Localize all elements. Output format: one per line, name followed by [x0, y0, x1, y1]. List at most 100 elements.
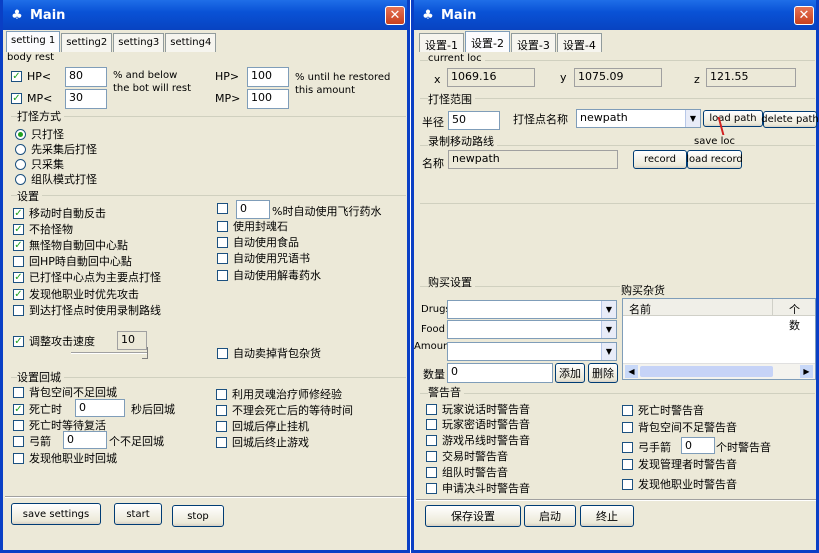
auto-sell-checkbox[interactable]: 自动卖掉背包杂货	[217, 345, 321, 361]
buy-list[interactable]: 名前 个数 ◀ ▶	[622, 298, 816, 380]
alarm-left-4[interactable]: 交易时警告音	[426, 448, 508, 464]
stop-button[interactable]: stop	[172, 505, 224, 527]
radio-gather-then-fight[interactable]: 先采集后打怪	[15, 141, 97, 157]
close-icon: ✕	[798, 8, 810, 23]
tab-settings-1[interactable]: 设置-1	[419, 33, 464, 52]
chevron-down-icon[interactable]: ▼	[601, 343, 616, 360]
save-settings-button[interactable]: 保存设置	[425, 505, 521, 527]
checkbox-icon	[217, 203, 228, 214]
alarm-right-3[interactable]: 发现管理者时警告音	[622, 456, 737, 472]
tab-setting4[interactable]: setting4	[165, 33, 217, 52]
settings-right-3[interactable]: 自动使用咒语书	[217, 250, 310, 266]
scroll-right-icon[interactable]: ▶	[800, 365, 813, 378]
radio-team-fight[interactable]: 组队模式打怪	[15, 171, 97, 187]
food-dropdown[interactable]: ▼	[447, 320, 617, 339]
settings-check-7[interactable]: 到达打怪点时使用录制路线	[13, 302, 161, 318]
right-window: ♣ Main ✕ 设置-1 设置-2 设置-3 设置-4 current loc…	[411, 0, 819, 553]
load-record-button[interactable]: load record	[686, 150, 743, 169]
mp-checkbox[interactable]: ✓ MP<	[11, 92, 52, 105]
alarm-right-4[interactable]: 发现他职业时警告音	[622, 476, 737, 492]
hp-note1: % and below	[113, 70, 178, 81]
settings-check-3[interactable]: ✓ 無怪物自動回中心點	[13, 237, 128, 253]
tab-settings-4[interactable]: 设置-4	[556, 33, 602, 52]
settings-check-6[interactable]: ✓ 发现他职业时优先攻击	[13, 286, 139, 302]
return-right-1[interactable]: 利用灵魂治疗师修经验	[216, 386, 342, 402]
alarm-right-2[interactable]: 背包空间不足警告音	[622, 419, 737, 435]
mp-min-input[interactable]: 30	[65, 89, 107, 109]
qty-input[interactable]: 0	[447, 363, 553, 383]
settings-right-4[interactable]: 自动使用解毒药水	[217, 267, 321, 283]
return-arrow-checkbox[interactable]: 弓箭	[13, 433, 51, 449]
alarm-left-2[interactable]: 玩家密语时警告音	[426, 416, 530, 432]
radius-label: 半径	[422, 116, 444, 129]
horizontal-scrollbar[interactable]: ◀ ▶	[623, 363, 815, 379]
scroll-left-icon[interactable]: ◀	[625, 365, 638, 378]
return-other-class[interactable]: 发现他职业时回城	[13, 450, 117, 466]
alarm-left-5[interactable]: 组队时警告音	[426, 464, 508, 480]
tab-setting1[interactable]: setting 1	[6, 31, 61, 52]
chevron-down-icon[interactable]: ▼	[601, 321, 616, 338]
settings-right-1[interactable]: 使用封魂石	[217, 218, 288, 234]
delete-path-button[interactable]: delete path	[761, 111, 819, 128]
fly-potion-input[interactable]: 0	[236, 200, 270, 219]
attack-speed-slider[interactable]	[71, 352, 147, 354]
col-header-name[interactable]: 名前	[623, 299, 773, 316]
radio-gather-only[interactable]: 只采集	[15, 156, 64, 172]
hp-min-input[interactable]: 80	[65, 67, 107, 87]
drugs-dropdown[interactable]: ▼	[447, 300, 617, 319]
tab-settings-3[interactable]: 设置-3	[510, 33, 556, 52]
return-right-3[interactable]: 回城后停止挂机	[216, 418, 309, 434]
tab-setting2[interactable]: setting2	[61, 33, 113, 52]
return-right-2[interactable]: 不理会死亡后的等待时间	[216, 402, 353, 418]
point-name-dropdown[interactable]: newpath ▼	[576, 109, 701, 128]
tab-setting3[interactable]: setting3	[113, 33, 165, 52]
alarm-left-3[interactable]: 游戏吊线时警告音	[426, 432, 530, 448]
checkbox-icon	[622, 458, 633, 470]
fly-potion-checkbox[interactable]	[217, 203, 233, 214]
return-arrow-input[interactable]: 0	[63, 431, 107, 449]
start-button[interactable]: 启动	[524, 505, 576, 527]
alarm-left-6[interactable]: 申请决斗时警告音	[426, 480, 530, 496]
hp-max-input[interactable]: 100	[247, 67, 289, 87]
radio-fight-only[interactable]: 只打怪	[15, 126, 64, 142]
chevron-down-icon[interactable]: ▼	[685, 110, 700, 127]
radius-input[interactable]: 50	[448, 111, 500, 130]
chevron-down-icon[interactable]: ▼	[601, 301, 616, 318]
slider-thumb[interactable]	[142, 347, 148, 359]
attack-speed-checkbox[interactable]: ✓ 调整攻击速度	[13, 333, 95, 349]
left-titlebar[interactable]: ♣ Main	[3, 0, 407, 30]
hp-checkbox[interactable]: ✓ HP<	[11, 70, 51, 83]
checkbox-icon	[426, 403, 437, 415]
return-death-checkbox[interactable]: ✓ 死亡时	[13, 401, 62, 417]
scroll-thumb[interactable]	[640, 366, 773, 377]
close-button[interactable]: ✕	[794, 6, 814, 25]
record-name-value: newpath	[448, 150, 618, 169]
alarm-left-1[interactable]: 玩家说话时警告音	[426, 401, 530, 417]
settings-check-1[interactable]: ✓ 移动时自動反击	[13, 205, 106, 221]
record-button[interactable]: record	[633, 150, 687, 169]
return-death-suffix: 秒后回城	[131, 403, 175, 416]
stop-button[interactable]: 终止	[580, 505, 634, 527]
return-right-4[interactable]: 回城后终止游戏	[216, 434, 309, 450]
return-death-input[interactable]: 0	[75, 399, 125, 417]
start-button[interactable]: start	[114, 503, 162, 525]
tab-settings-2[interactable]: 设置-2	[464, 31, 510, 52]
settings-check-4[interactable]: 回HP時自動回中心點	[13, 253, 132, 269]
close-button[interactable]: ✕	[385, 6, 405, 25]
col-header-count[interactable]: 个数	[773, 299, 815, 332]
delete-button[interactable]: 删除	[588, 363, 618, 383]
fight-range-title: 打怪范围	[428, 91, 475, 107]
save-settings-button[interactable]: save settings	[11, 503, 101, 525]
return-bag-full[interactable]: 背包空间不足回城	[13, 384, 117, 400]
add-button[interactable]: 添加	[555, 363, 585, 383]
amount-dropdown[interactable]: ▼	[447, 342, 617, 361]
alarm-right-1[interactable]: 死亡时警告音	[622, 402, 704, 418]
settings-right-2[interactable]: 自动使用食品	[217, 234, 299, 250]
settings-check-5[interactable]: ✓ 已打怪中心点为主要点打怪	[13, 269, 161, 285]
checkbox-icon	[13, 255, 24, 267]
alarm-archer-input[interactable]: 0	[681, 437, 715, 454]
mp-max-input[interactable]: 100	[247, 89, 289, 109]
alarm-archer-checkbox[interactable]: 弓手箭	[622, 439, 671, 455]
right-titlebar[interactable]: ♣ Main	[414, 0, 816, 30]
settings-check-2[interactable]: ✓ 不拾怪物	[13, 221, 73, 237]
